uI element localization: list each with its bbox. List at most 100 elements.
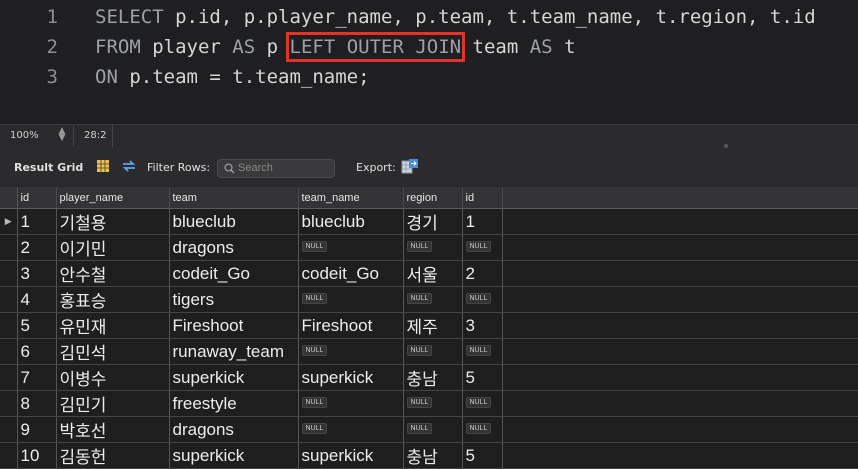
table-row[interactable]: 5 유민재 Fireshoot Fireshoot 제주 3 (0, 312, 858, 339)
table-cell[interactable]: freestyle (169, 390, 299, 417)
code-text[interactable]: FROM player AS p LEFT OUTER JOIN team AS… (95, 32, 576, 62)
table-cell[interactable]: NULL (298, 416, 404, 443)
row-marker[interactable] (0, 442, 18, 469)
code-line[interactable]: 3 ON p.team = t.team_name; (0, 62, 858, 92)
table-cell[interactable]: 3 (462, 312, 503, 339)
table-cell[interactable]: 8 (17, 390, 57, 417)
table-row[interactable]: 7 이병수 superkick superkick 충남 5 (0, 364, 858, 391)
row-marker[interactable] (0, 338, 18, 365)
table-cell[interactable]: NULL (298, 338, 404, 365)
table-row[interactable]: 8 김민기 freestyle NULL NULL NULL (0, 390, 858, 417)
table-cell[interactable]: 10 (17, 442, 57, 469)
column-header[interactable]: team_name (298, 187, 404, 209)
table-cell[interactable]: blueclub (169, 208, 299, 235)
table-cell[interactable]: 박호선 (56, 416, 170, 443)
table-cell[interactable]: 기철용 (56, 208, 170, 235)
table-row[interactable]: 4 홍표승 tigers NULL NULL NULL (0, 286, 858, 313)
table-cell[interactable]: 이병수 (56, 364, 170, 391)
table-cell[interactable]: 서울 (403, 260, 463, 287)
row-marker[interactable] (0, 260, 18, 287)
table-row[interactable]: 9 박호선 dragons NULL NULL NULL (0, 416, 858, 443)
table-cell[interactable]: NULL (403, 390, 463, 417)
table-cell[interactable]: 5 (17, 312, 57, 339)
table-row[interactable]: 10 김동헌 superkick superkick 충남 5 (0, 442, 858, 469)
current-row-arrow-icon[interactable]: ▶ (0, 208, 18, 235)
code-text[interactable]: SELECT p.id, p.player_name, p.team, t.te… (95, 2, 816, 32)
table-cell[interactable]: 충남 (403, 364, 463, 391)
refresh-icon[interactable] (121, 159, 137, 173)
table-cell[interactable]: NULL (462, 390, 503, 417)
table-cell[interactable]: superkick (169, 364, 299, 391)
search-input[interactable] (238, 161, 330, 175)
table-cell[interactable]: Fireshoot (298, 312, 404, 339)
table-cell[interactable]: 7 (17, 364, 57, 391)
table-cell[interactable]: NULL (462, 286, 503, 313)
table-cell[interactable]: superkick (169, 442, 299, 469)
table-cell[interactable]: codeit_Go (298, 260, 404, 287)
table-cell[interactable]: NULL (298, 234, 404, 261)
table-row[interactable]: ▶ 1 기철용 blueclub blueclub 경기 1 (0, 208, 858, 235)
table-cell[interactable]: 2 (17, 234, 57, 261)
row-marker[interactable] (0, 364, 18, 391)
table-cell[interactable]: 이기민 (56, 234, 170, 261)
table-cell[interactable]: NULL (403, 416, 463, 443)
resize-handle[interactable] (724, 144, 728, 148)
result-grid[interactable]: id player_name team team_name region id ▶ 1 기철용… (0, 187, 858, 469)
table-cell[interactable]: 6 (17, 338, 57, 365)
export-icon[interactable] (401, 158, 419, 175)
table-cell[interactable]: 김민석 (56, 338, 170, 365)
table-cell[interactable]: NULL (403, 338, 463, 365)
table-cell[interactable]: 김동헌 (56, 442, 170, 469)
zoom-stepper-icon[interactable]: ▲ ▼ (56, 127, 68, 143)
table-row[interactable]: 6 김민석 runaway_team NULL NULL NULL (0, 338, 858, 365)
table-cell[interactable]: runaway_team (169, 338, 299, 365)
column-header[interactable]: region (403, 187, 463, 209)
table-cell[interactable]: 2 (462, 260, 503, 287)
table-cell[interactable]: blueclub (298, 208, 404, 235)
table-cell[interactable]: 제주 (403, 312, 463, 339)
column-header[interactable]: team (169, 187, 299, 209)
table-cell[interactable]: NULL (462, 338, 503, 365)
table-cell[interactable]: 9 (17, 416, 57, 443)
table-cell[interactable]: 4 (17, 286, 57, 313)
table-cell[interactable]: NULL (462, 416, 503, 443)
row-marker[interactable] (0, 234, 18, 261)
table-cell[interactable]: superkick (298, 442, 404, 469)
table-row[interactable]: 3 안수철 codeit_Go codeit_Go 서울 2 (0, 260, 858, 287)
table-cell[interactable]: NULL (403, 234, 463, 261)
result-grid-label[interactable]: Result Grid (14, 161, 83, 174)
row-marker[interactable] (0, 390, 18, 417)
table-cell[interactable]: 5 (462, 364, 503, 391)
code-line[interactable]: 2 FROM player AS p LEFT OUTER JOIN team A… (0, 32, 858, 62)
table-cell[interactable]: NULL (298, 390, 404, 417)
column-header[interactable]: player_name (56, 187, 170, 209)
sql-editor[interactable]: 1 SELECT p.id, p.player_name, p.team, t.t… (0, 0, 858, 124)
table-cell[interactable]: 유민재 (56, 312, 170, 339)
row-marker[interactable] (0, 286, 18, 313)
table-cell[interactable]: 1 (17, 208, 57, 235)
zoom-level[interactable]: 100% (10, 130, 39, 141)
table-cell[interactable]: 김민기 (56, 390, 170, 417)
table-cell[interactable]: 3 (17, 260, 57, 287)
table-cell[interactable]: codeit_Go (169, 260, 299, 287)
grid-view-icon[interactable] (97, 160, 109, 172)
column-header[interactable]: id (17, 187, 57, 209)
column-header[interactable]: id (462, 187, 503, 209)
table-cell[interactable]: dragons (169, 234, 299, 261)
table-row[interactable]: 2 이기민 dragons NULL NULL NULL (0, 234, 858, 261)
table-cell[interactable]: dragons (169, 416, 299, 443)
table-cell[interactable]: superkick (298, 364, 404, 391)
code-line[interactable]: 1 SELECT p.id, p.player_name, p.team, t.t… (0, 2, 858, 32)
table-cell[interactable]: tigers (169, 286, 299, 313)
table-cell[interactable]: Fireshoot (169, 312, 299, 339)
table-cell[interactable]: NULL (462, 234, 503, 261)
table-cell[interactable]: 경기 (403, 208, 463, 235)
table-cell[interactable]: 안수철 (56, 260, 170, 287)
table-cell[interactable]: NULL (403, 286, 463, 313)
table-cell[interactable]: NULL (298, 286, 404, 313)
table-cell[interactable]: 1 (462, 208, 503, 235)
row-marker[interactable] (0, 312, 18, 339)
table-cell[interactable]: 충남 (403, 442, 463, 469)
code-text[interactable]: ON p.team = t.team_name; (95, 62, 370, 92)
table-cell[interactable]: 홍표승 (56, 286, 170, 313)
